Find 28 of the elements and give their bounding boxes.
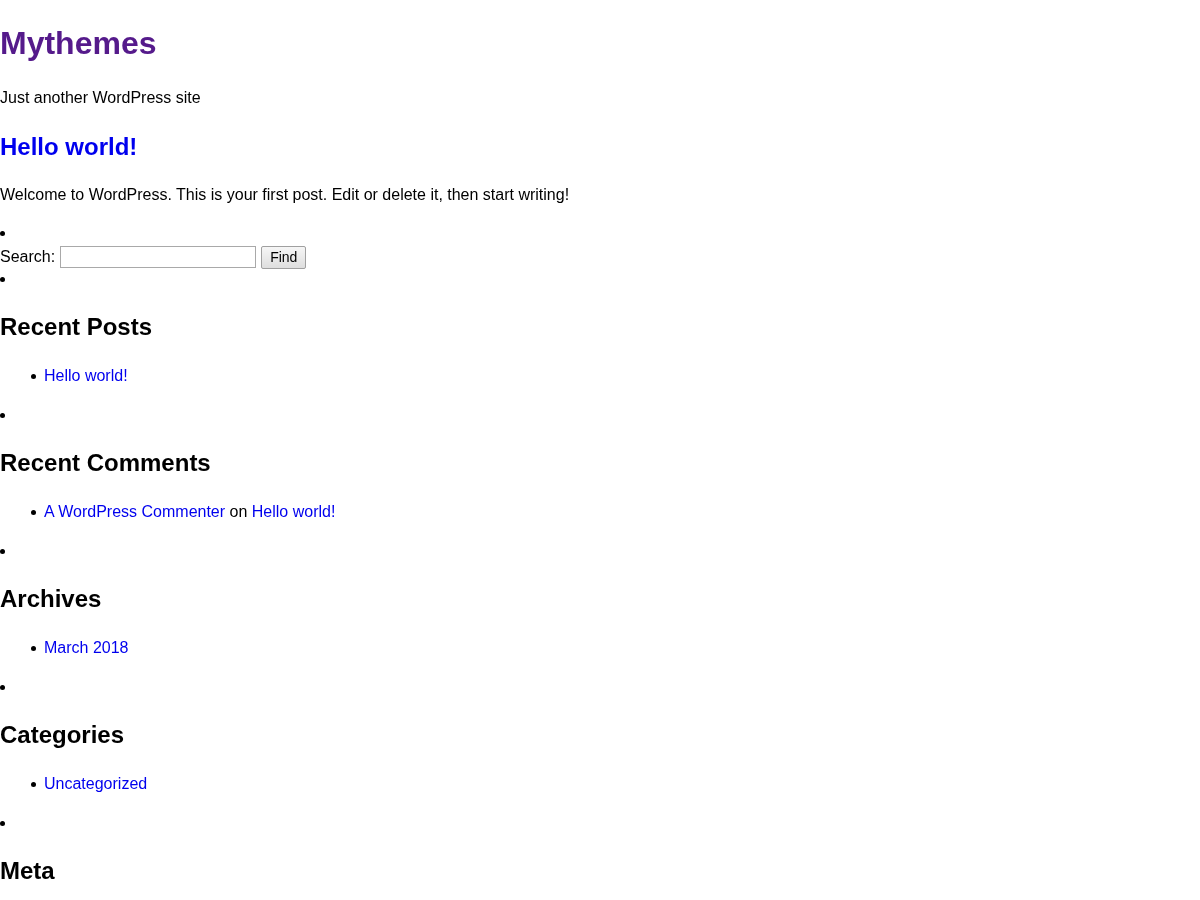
search-label: Search: xyxy=(0,248,56,266)
bullet-icon xyxy=(0,276,5,282)
widget-heading: Archives xyxy=(0,585,102,613)
list-link[interactable]: A WordPress Commenter xyxy=(44,503,226,520)
post-excerpt: Welcome to WordPress. This is your first post. Edit or delete it, then start writing! xyxy=(0,186,570,204)
bullet-icon xyxy=(0,412,5,418)
bullet-icon xyxy=(0,684,5,690)
list-link[interactable]: March 2018 xyxy=(44,639,129,657)
bullet-icon xyxy=(31,509,36,515)
bullet-icon xyxy=(0,548,5,554)
widget-heading: Recent Comments xyxy=(0,449,211,477)
widget-heading: Recent Posts xyxy=(0,313,153,341)
search-field[interactable] xyxy=(60,246,257,268)
bullet-icon xyxy=(31,645,36,651)
bullet-icon xyxy=(31,373,36,379)
bullet-icon xyxy=(0,820,5,826)
post-title-link[interactable]: Hello world! xyxy=(0,133,138,161)
list-link[interactable]: Hello world! xyxy=(44,367,128,385)
list-entry: A WordPress Commenter on Hello world! xyxy=(44,503,336,521)
bullet-icon xyxy=(31,781,36,787)
widget-heading: Categories xyxy=(0,721,125,749)
site-title-link[interactable]: Mythemes xyxy=(0,24,157,62)
widget-heading: Meta xyxy=(0,857,55,885)
find-button[interactable]: Find xyxy=(261,245,307,269)
site-tagline: Just another WordPress site xyxy=(0,89,201,107)
list-link[interactable]: Hello world! xyxy=(251,503,336,520)
bullet-icon xyxy=(0,230,5,236)
list-link[interactable]: Uncategorized xyxy=(44,775,148,793)
